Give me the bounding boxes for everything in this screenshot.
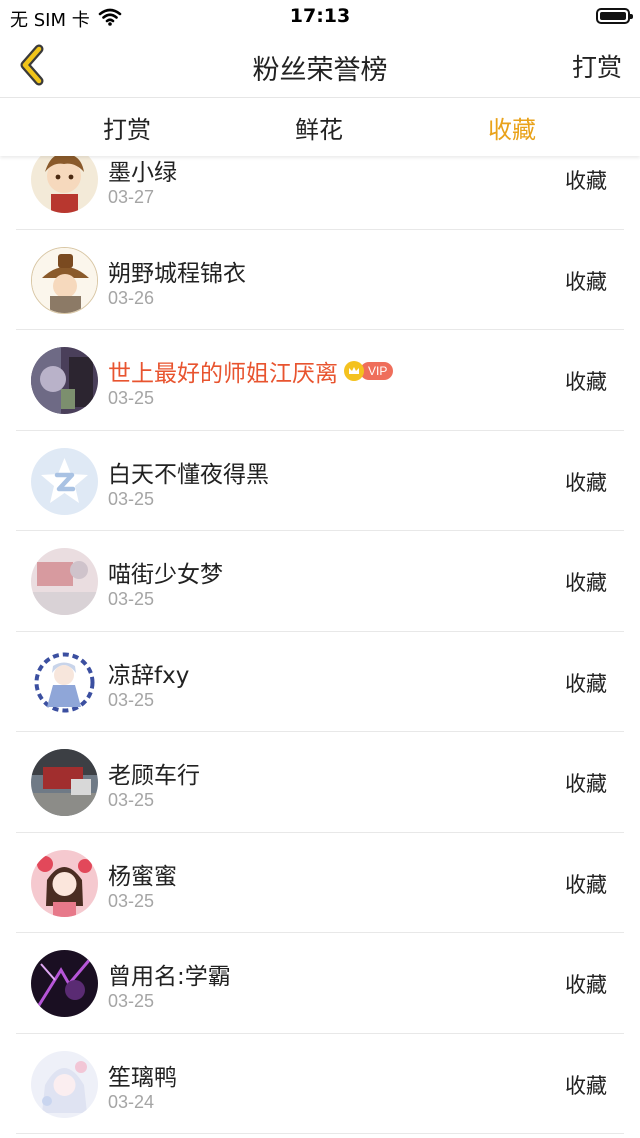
tab-favorites[interactable]: 收藏 — [452, 110, 572, 145]
date-label: 03-25 — [108, 689, 155, 710]
user-name: 笙璃鸭 — [108, 1064, 177, 1091]
user-name: 曾用名:学霸 — [108, 964, 231, 990]
list-item[interactable]: 朔野城程锦衣 03-26 收藏 — [0, 230, 640, 330]
crown-icon — [344, 361, 364, 381]
action-label: 收藏 — [565, 169, 607, 193]
avatar[interactable] — [31, 447, 98, 515]
tab-flowers[interactable]: 鲜花 — [259, 110, 379, 145]
tab-bar: 打赏 鲜花 收藏 — [0, 98, 640, 156]
action-label: 收藏 — [565, 772, 607, 796]
avatar[interactable] — [31, 156, 98, 213]
user-name: 墨小绿 — [108, 160, 177, 186]
list-item[interactable]: 老顾车行 03-25 收藏 — [0, 732, 640, 833]
list-item[interactable]: 曾用名:学霸 03-25 收藏 — [0, 933, 640, 1034]
list-item[interactable]: 白天不懂夜得黑 03-25 收藏 — [0, 431, 640, 531]
action-label: 收藏 — [565, 269, 607, 294]
list-item[interactable]: 凉辞fxy 03-25 收藏 — [0, 632, 640, 732]
date-label: 03-25 — [108, 388, 155, 408]
date-label: 03-25 — [108, 890, 155, 911]
action-label: 收藏 — [565, 1073, 607, 1098]
battery-icon — [596, 8, 633, 24]
action-label: 收藏 — [565, 470, 607, 495]
date-label: 03-27 — [108, 187, 155, 207]
action-label: 收藏 — [565, 671, 607, 696]
date-label: 03-25 — [108, 790, 155, 810]
list-item[interactable]: 世上最好的师姐江厌离 VIP 03-25 收藏 — [0, 330, 640, 431]
navigation-bar: 粉丝荣誉榜 打赏 — [0, 34, 640, 98]
vip-badge: VIP — [344, 360, 394, 382]
avatar[interactable] — [31, 246, 98, 314]
date-label: 03-25 — [108, 488, 155, 509]
avatar[interactable] — [31, 950, 98, 1017]
user-name: 喵街少女梦 — [108, 562, 223, 588]
list-item[interactable]: 笙璃鸭 03-24 收藏 — [0, 1034, 640, 1134]
list-item[interactable]: 杨蜜蜜 03-25 收藏 — [0, 833, 640, 933]
tab-reward[interactable]: 打赏 — [67, 110, 187, 145]
status-bar: 无 SIM 卡 17:13 — [0, 0, 640, 34]
user-name: 朔野城程锦衣 — [108, 260, 246, 287]
action-label: 收藏 — [565, 571, 607, 595]
divider — [16, 1133, 624, 1134]
page-title: 粉丝荣誉榜 — [252, 55, 388, 86]
fan-list[interactable]: 墨小绿 03-27 收藏 朔野城程锦衣 03-26 收藏 世上最好的师姐江厌离 — [0, 156, 640, 1138]
vip-tag: VIP — [360, 362, 394, 380]
avatar[interactable] — [31, 548, 98, 615]
user-name: 白天不懂夜得黑 — [108, 461, 269, 488]
avatar[interactable] — [31, 1050, 98, 1118]
action-label: 收藏 — [565, 872, 607, 897]
avatar[interactable] — [31, 347, 98, 414]
action-label: 收藏 — [565, 973, 607, 997]
user-name: 杨蜜蜜 — [108, 863, 177, 890]
date-label: 03-25 — [108, 991, 155, 1011]
list-item[interactable]: 墨小绿 03-27 收藏 — [0, 156, 640, 230]
date-label: 03-26 — [108, 287, 155, 308]
avatar[interactable] — [31, 849, 98, 917]
user-name: 世上最好的师姐江厌离 — [108, 361, 338, 387]
date-label: 03-25 — [108, 589, 155, 609]
reward-button[interactable]: 打赏 — [572, 48, 622, 84]
action-label: 收藏 — [565, 370, 607, 394]
user-name: 老顾车行 — [108, 763, 200, 789]
user-name: 凉辞fxy — [108, 662, 190, 689]
date-label: 03-24 — [108, 1091, 155, 1112]
status-time: 17:13 — [289, 5, 351, 27]
list-item[interactable]: 喵街少女梦 03-25 收藏 — [0, 531, 640, 632]
avatar[interactable] — [31, 648, 98, 716]
avatar[interactable] — [31, 749, 98, 816]
